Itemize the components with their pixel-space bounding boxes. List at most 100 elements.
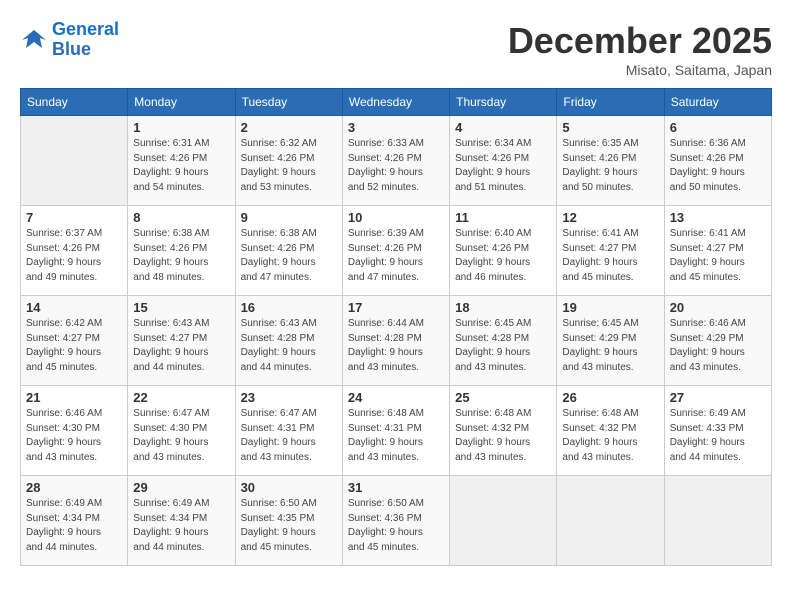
day-info: Sunrise: 6:33 AMSunset: 4:26 PMDaylight:…	[348, 137, 444, 195]
day-number: 16	[241, 300, 337, 315]
calendar-cell: 4 Sunrise: 6:34 AMSunset: 4:26 PMDaylight…	[450, 116, 557, 206]
day-number: 20	[670, 300, 766, 315]
calendar-cell	[557, 476, 664, 566]
day-info: Sunrise: 6:48 AMSunset: 4:31 PMDaylight:…	[348, 407, 444, 465]
calendar-cell: 28Sunrise: 6:49 AMSunset: 4:34 PMDayligh…	[21, 476, 128, 566]
calendar-cell	[450, 476, 557, 566]
calendar-cell: 9 Sunrise: 6:38 AMSunset: 4:26 PMDaylight…	[235, 206, 342, 296]
day-number: 4	[455, 120, 551, 135]
day-info: Sunrise: 6:42 AMSunset: 4:27 PMDaylight:…	[26, 317, 122, 375]
day-header-sunday: Sunday	[21, 89, 128, 116]
day-info: Sunrise: 6:37 AMSunset: 4:26 PMDaylight:…	[26, 227, 122, 285]
day-info: Sunrise: 6:46 AMSunset: 4:30 PMDaylight:…	[26, 407, 122, 465]
day-number: 11	[455, 210, 551, 225]
day-info: Sunrise: 6:43 AMSunset: 4:28 PMDaylight:…	[241, 317, 337, 375]
day-info: Sunrise: 6:35 AMSunset: 4:26 PMDaylight:…	[562, 137, 658, 195]
day-header-friday: Friday	[557, 89, 664, 116]
location: Misato, Saitama, Japan	[508, 62, 772, 78]
calendar-cell: 13Sunrise: 6:41 AMSunset: 4:27 PMDayligh…	[664, 206, 771, 296]
day-info: Sunrise: 6:44 AMSunset: 4:28 PMDaylight:…	[348, 317, 444, 375]
day-info: Sunrise: 6:40 AMSunset: 4:26 PMDaylight:…	[455, 227, 551, 285]
calendar-cell: 1 Sunrise: 6:31 AMSunset: 4:26 PMDaylight…	[128, 116, 235, 206]
page-header: General Blue December 2025 Misato, Saita…	[20, 20, 772, 78]
calendar-cell: 15 Sunrise: 6:43 AMSunset: 4:27 PMDayligh…	[128, 296, 235, 386]
day-number: 22	[133, 390, 229, 405]
calendar-cell: 10 Sunrise: 6:39 AMSunset: 4:26 PMDayligh…	[342, 206, 449, 296]
logo-text: General Blue	[52, 20, 119, 60]
day-number: 18	[455, 300, 551, 315]
day-number: 5	[562, 120, 658, 135]
calendar-cell: 17 Sunrise: 6:44 AMSunset: 4:28 PMDayligh…	[342, 296, 449, 386]
calendar-cell: 18Sunrise: 6:45 AMSunset: 4:28 PMDayligh…	[450, 296, 557, 386]
day-info: Sunrise: 6:41 AMSunset: 4:27 PMDaylight:…	[562, 227, 658, 285]
day-header-wednesday: Wednesday	[342, 89, 449, 116]
day-info: Sunrise: 6:43 AMSunset: 4:27 PMDaylight:…	[133, 317, 229, 375]
calendar-cell: 19 Sunrise: 6:45 AMSunset: 4:29 PMDayligh…	[557, 296, 664, 386]
day-info: Sunrise: 6:34 AMSunset: 4:26 PMDaylight:…	[455, 137, 551, 195]
day-number: 1	[133, 120, 229, 135]
day-header-monday: Monday	[128, 89, 235, 116]
day-info: Sunrise: 6:48 AMSunset: 4:32 PMDaylight:…	[455, 407, 551, 465]
day-info: Sunrise: 6:47 AMSunset: 4:30 PMDaylight:…	[133, 407, 229, 465]
day-header-saturday: Saturday	[664, 89, 771, 116]
day-info: Sunrise: 6:50 AMSunset: 4:35 PMDaylight:…	[241, 497, 337, 555]
calendar-header-row: SundayMondayTuesdayWednesdayThursdayFrid…	[21, 89, 772, 116]
calendar-week-row: 1 Sunrise: 6:31 AMSunset: 4:26 PMDaylight…	[21, 116, 772, 206]
calendar-week-row: 7Sunrise: 6:37 AMSunset: 4:26 PMDaylight…	[21, 206, 772, 296]
day-number: 2	[241, 120, 337, 135]
calendar-cell: 7Sunrise: 6:37 AMSunset: 4:26 PMDaylight…	[21, 206, 128, 296]
day-info: Sunrise: 6:31 AMSunset: 4:26 PMDaylight:…	[133, 137, 229, 195]
logo-icon	[20, 26, 48, 54]
calendar-cell: 12Sunrise: 6:41 AMSunset: 4:27 PMDayligh…	[557, 206, 664, 296]
calendar-cell: 16 Sunrise: 6:43 AMSunset: 4:28 PMDayligh…	[235, 296, 342, 386]
calendar-cell: 29 Sunrise: 6:49 AMSunset: 4:34 PMDayligh…	[128, 476, 235, 566]
day-number: 29	[133, 480, 229, 495]
calendar-cell: 20Sunrise: 6:46 AMSunset: 4:29 PMDayligh…	[664, 296, 771, 386]
calendar-cell: 22 Sunrise: 6:47 AMSunset: 4:30 PMDayligh…	[128, 386, 235, 476]
day-info: Sunrise: 6:38 AMSunset: 4:26 PMDaylight:…	[241, 227, 337, 285]
day-number: 10	[348, 210, 444, 225]
calendar-cell: 26Sunrise: 6:48 AMSunset: 4:32 PMDayligh…	[557, 386, 664, 476]
calendar-cell	[664, 476, 771, 566]
calendar-cell: 27Sunrise: 6:49 AMSunset: 4:33 PMDayligh…	[664, 386, 771, 476]
calendar-week-row: 28 Sunrise: 6:49 AMSunset: 4:34 PMDayligh…	[21, 476, 772, 566]
day-info: Sunrise: 6:41 AMSunset: 4:27 PMDaylight:…	[670, 227, 766, 285]
calendar-cell	[21, 116, 128, 206]
day-number: 6	[670, 120, 766, 135]
calendar-cell: 31Sunrise: 6:50 AMSunset: 4:36 PMDayligh…	[342, 476, 449, 566]
month-title: December 2025	[508, 20, 772, 62]
day-number: 17	[348, 300, 444, 315]
day-info: Sunrise: 6:32 AMSunset: 4:26 PMDaylight:…	[241, 137, 337, 195]
title-block: December 2025 Misato, Saitama, Japan	[508, 20, 772, 78]
day-info: Sunrise: 6:45 AMSunset: 4:29 PMDaylight:…	[562, 317, 658, 375]
calendar-cell: 2 Sunrise: 6:32 AMSunset: 4:26 PMDaylight…	[235, 116, 342, 206]
calendar-cell: 6Sunrise: 6:36 AMSunset: 4:26 PMDaylight…	[664, 116, 771, 206]
calendar-body: 1 Sunrise: 6:31 AMSunset: 4:26 PMDaylight…	[21, 116, 772, 566]
day-header-thursday: Thursday	[450, 89, 557, 116]
day-number: 8	[133, 210, 229, 225]
day-number: 15	[133, 300, 229, 315]
calendar-cell: 30 Sunrise: 6:50 AMSunset: 4:35 PMDayligh…	[235, 476, 342, 566]
day-info: Sunrise: 6:38 AMSunset: 4:26 PMDaylight:…	[133, 227, 229, 285]
day-number: 19	[562, 300, 658, 315]
calendar-cell: 23Sunrise: 6:47 AMSunset: 4:31 PMDayligh…	[235, 386, 342, 476]
day-info: Sunrise: 6:50 AMSunset: 4:36 PMDaylight:…	[348, 497, 444, 555]
day-header-tuesday: Tuesday	[235, 89, 342, 116]
day-number: 30	[241, 480, 337, 495]
day-info: Sunrise: 6:39 AMSunset: 4:26 PMDaylight:…	[348, 227, 444, 285]
day-number: 9	[241, 210, 337, 225]
day-info: Sunrise: 6:49 AMSunset: 4:34 PMDaylight:…	[133, 497, 229, 555]
calendar-cell: 8 Sunrise: 6:38 AMSunset: 4:26 PMDaylight…	[128, 206, 235, 296]
day-number: 3	[348, 120, 444, 135]
day-info: Sunrise: 6:49 AMSunset: 4:33 PMDaylight:…	[670, 407, 766, 465]
day-number: 23	[241, 390, 337, 405]
day-number: 21	[26, 390, 122, 405]
calendar-cell: 5 Sunrise: 6:35 AMSunset: 4:26 PMDaylight…	[557, 116, 664, 206]
day-number: 14	[26, 300, 122, 315]
calendar-cell: 14 Sunrise: 6:42 AMSunset: 4:27 PMDayligh…	[21, 296, 128, 386]
calendar-cell: 21 Sunrise: 6:46 AMSunset: 4:30 PMDayligh…	[21, 386, 128, 476]
calendar-week-row: 14 Sunrise: 6:42 AMSunset: 4:27 PMDayligh…	[21, 296, 772, 386]
day-number: 28	[26, 480, 122, 495]
day-number: 24	[348, 390, 444, 405]
calendar-week-row: 21 Sunrise: 6:46 AMSunset: 4:30 PMDayligh…	[21, 386, 772, 476]
